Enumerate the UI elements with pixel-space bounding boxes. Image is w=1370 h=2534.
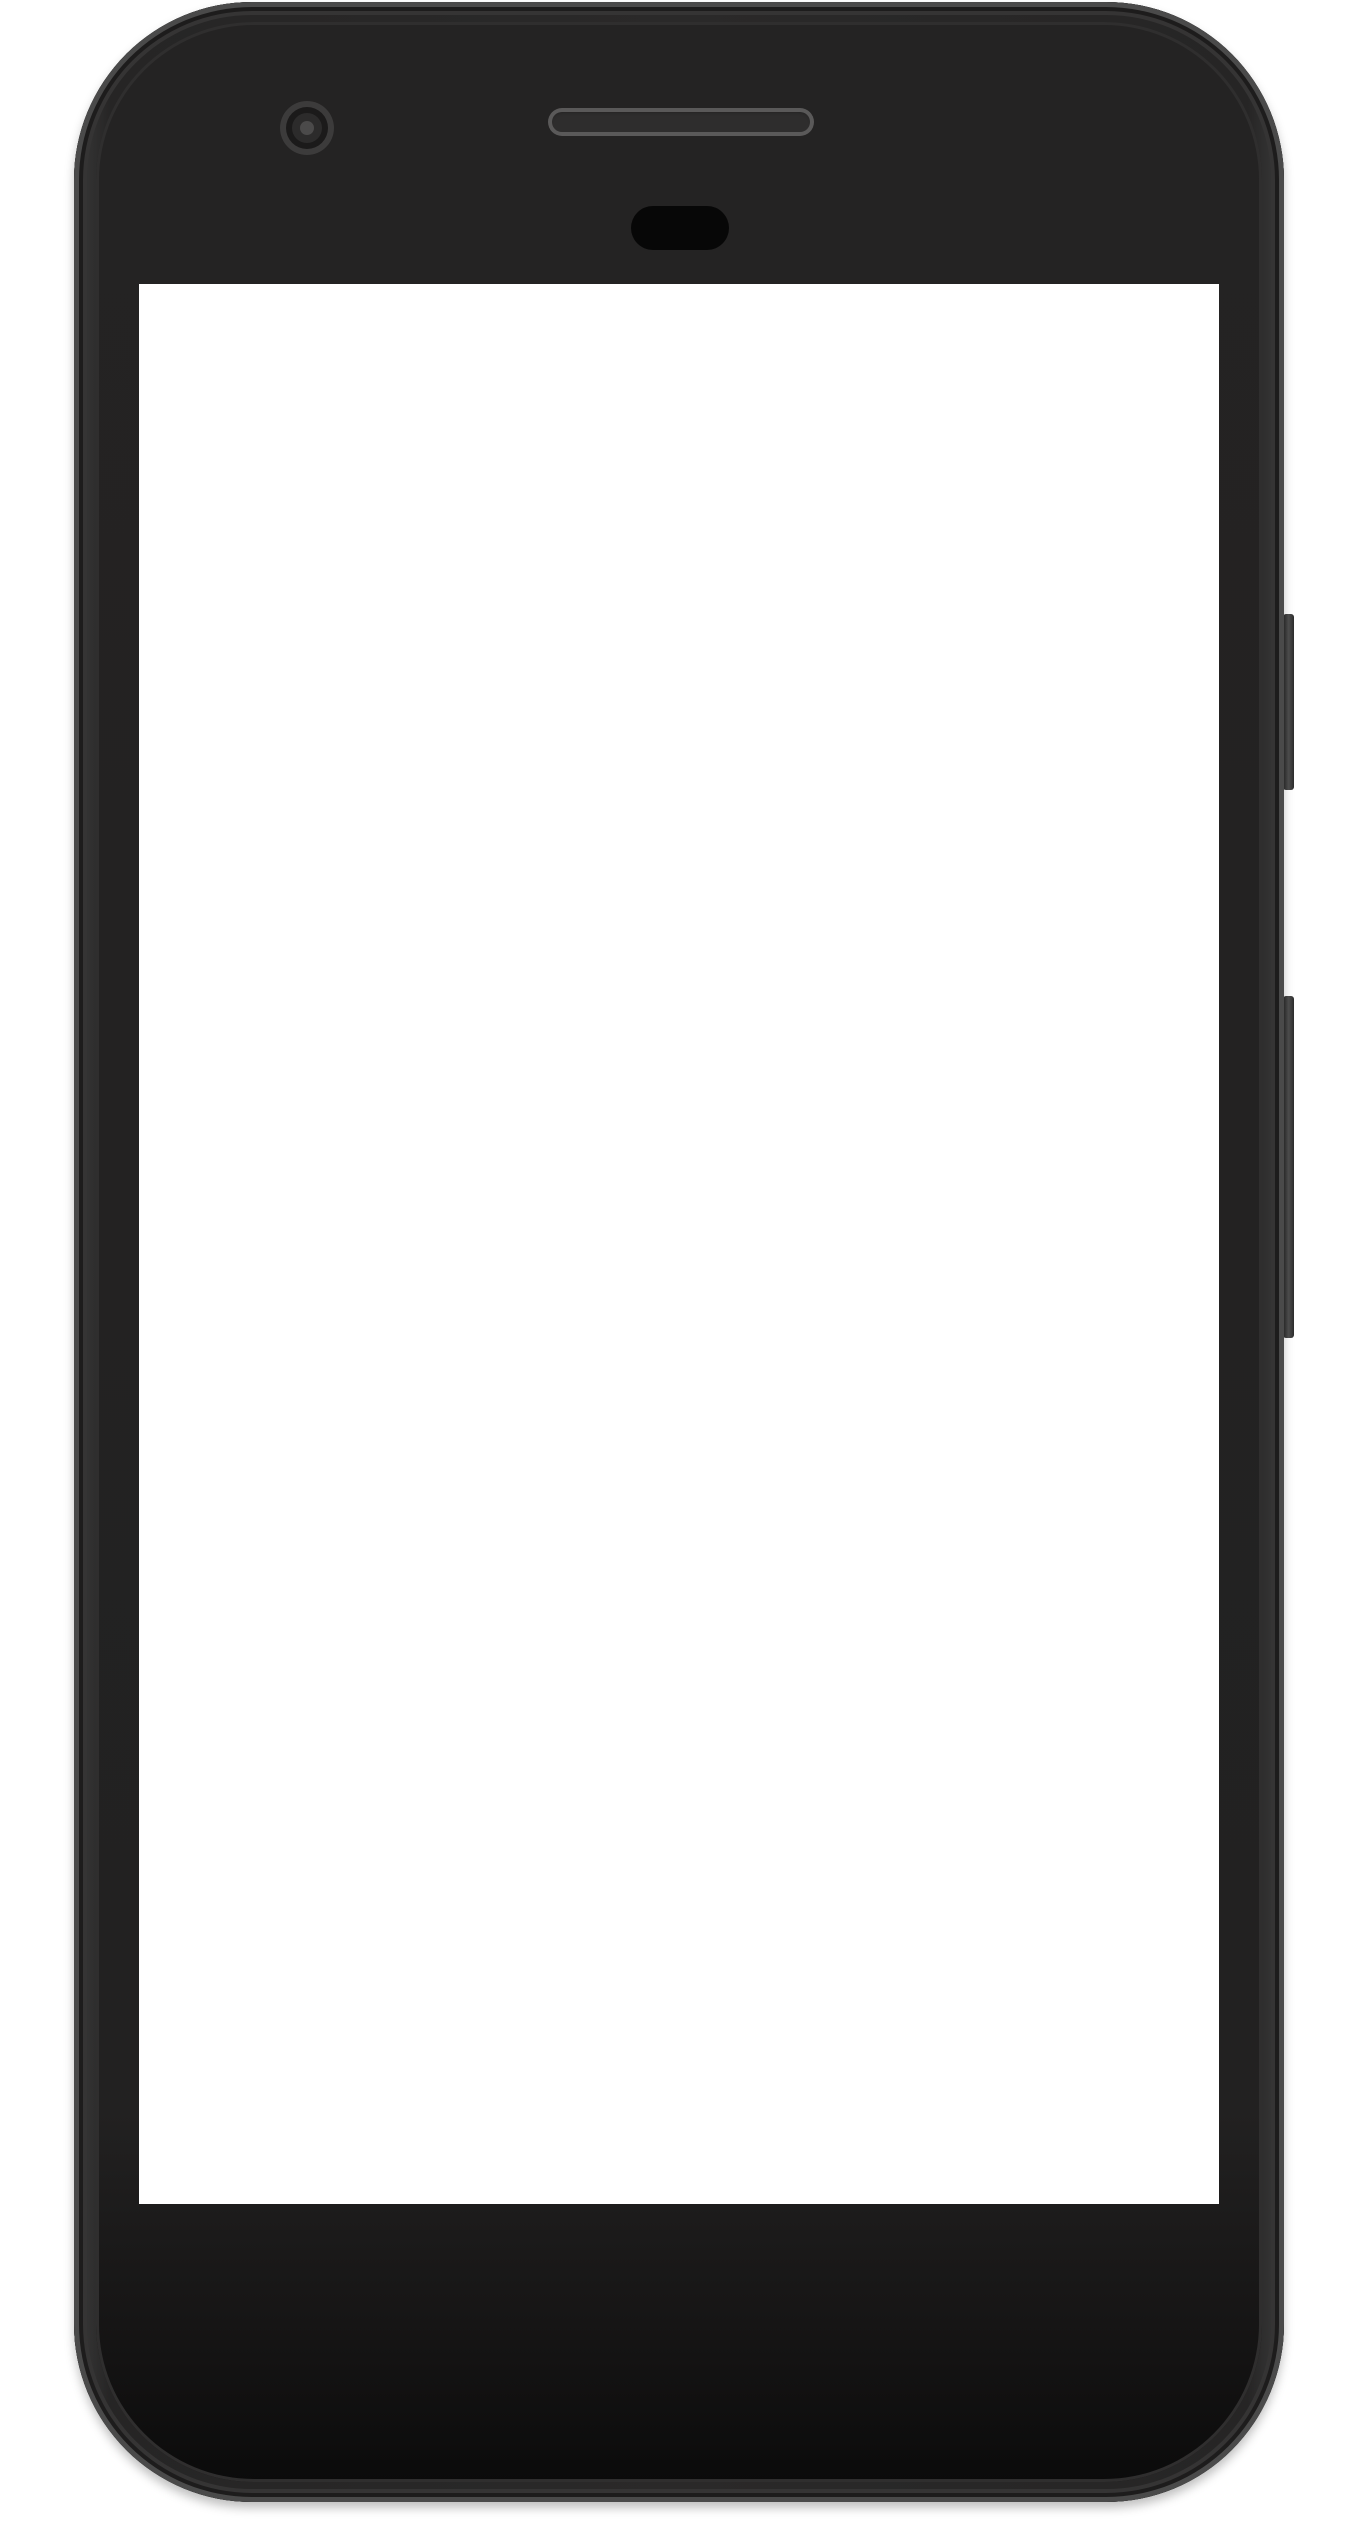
volume-button[interactable] xyxy=(1283,996,1294,1338)
power-button[interactable] xyxy=(1283,614,1294,790)
phone-screen[interactable] xyxy=(139,284,1219,2204)
phone-mockup xyxy=(0,0,1370,2534)
earpiece-speaker-icon xyxy=(548,108,814,136)
proximity-sensor-icon xyxy=(631,206,729,250)
front-camera-icon xyxy=(280,101,334,155)
